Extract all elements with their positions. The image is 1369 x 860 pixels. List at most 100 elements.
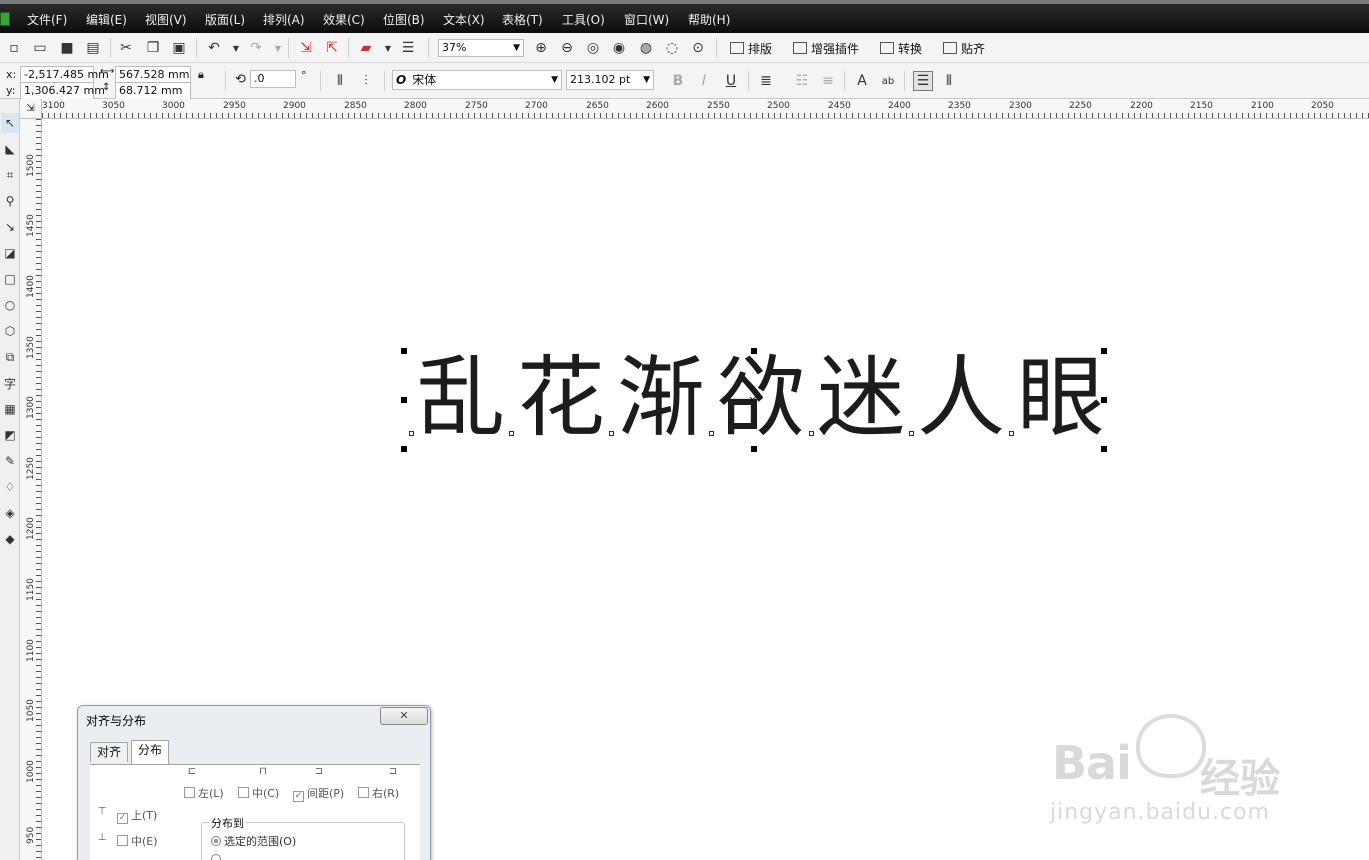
undo-icon[interactable]: ↶ <box>204 38 224 58</box>
undo-dropdown-icon[interactable]: ▼ <box>226 38 246 58</box>
selection-handle[interactable] <box>751 446 757 452</box>
freehand-tool-icon[interactable]: ↘ <box>1 217 19 237</box>
zoom-page-height-icon[interactable]: ⊙ <box>688 38 708 58</box>
convert-button[interactable]: 转换 <box>880 39 922 59</box>
menu-table[interactable]: 表格(T) <box>502 10 543 30</box>
layout-button[interactable]: 排版 <box>730 39 772 59</box>
tab-align[interactable]: 对齐 <box>90 742 129 762</box>
menu-view[interactable]: 视图(V) <box>145 10 187 30</box>
launcher-dropdown-icon[interactable]: ▼ <box>378 38 398 58</box>
zoom-out-icon[interactable]: ⊖ <box>557 38 577 58</box>
interactive-blend-tool-icon[interactable]: ◩ <box>1 425 19 445</box>
print-icon[interactable]: ▤ <box>83 38 103 58</box>
rotation-field[interactable]: .0 <box>250 70 296 88</box>
fill-tool-icon[interactable]: ◈ <box>1 503 19 523</box>
center-marker-icon[interactable]: × <box>748 394 757 405</box>
zoom-level-combo[interactable]: 37% ▼ <box>438 39 524 57</box>
y-position-field[interactable]: 1,306.427 mm <box>20 82 105 100</box>
font-size-combo[interactable]: 213.102 pt ▼ <box>566 70 654 90</box>
outline-pen-tool-icon[interactable]: ♢ <box>1 477 19 497</box>
paste-icon[interactable]: ▣ <box>169 38 189 58</box>
menu-help[interactable]: 帮助(H) <box>688 10 730 30</box>
basic-shapes-tool-icon[interactable]: ⧉ <box>1 347 19 367</box>
edit-text-icon[interactable]: ab <box>878 71 898 91</box>
smart-fill-tool-icon[interactable]: ◪ <box>1 243 19 263</box>
menu-window[interactable]: 窗口(W) <box>624 10 669 30</box>
underline-icon[interactable]: U <box>721 71 741 91</box>
vertical-text-icon[interactable]: ⦀ <box>939 71 959 91</box>
selection-handle[interactable] <box>401 348 407 354</box>
checkbox-spacing[interactable]: ✓ 间距(P) <box>293 785 344 802</box>
horizontal-text-icon[interactable]: ☰ <box>913 71 933 91</box>
radio-page-range[interactable] <box>211 853 224 860</box>
close-button[interactable]: ✕ <box>380 707 428 725</box>
zoom-tool-icon[interactable]: ⚲ <box>1 191 19 211</box>
checkbox-middle[interactable]: 中(E) <box>117 833 158 849</box>
text-alignment-icon[interactable]: ≣ <box>756 71 776 91</box>
tab-distribute[interactable]: 分布 <box>131 740 170 764</box>
menu-edit[interactable]: 编辑(E) <box>86 10 127 30</box>
font-family-combo[interactable]: O 宋体 ▼ <box>392 70 562 90</box>
copy-icon[interactable]: ❐ <box>143 38 163 58</box>
menu-effects[interactable]: 效果(C) <box>323 10 365 30</box>
cut-icon[interactable]: ✂ <box>116 38 136 58</box>
character-node[interactable] <box>909 431 914 436</box>
selection-handle[interactable] <box>401 397 407 403</box>
import-icon[interactable]: ⇲ <box>296 38 316 58</box>
selection-handle[interactable] <box>401 446 407 452</box>
character-node[interactable] <box>509 431 514 436</box>
plugin-button[interactable]: 增强插件 <box>793 39 859 59</box>
redo-dropdown-icon[interactable]: ▼ <box>268 38 288 58</box>
height-field[interactable]: 68.712 mm <box>115 82 191 100</box>
pick-tool-icon[interactable]: ↖ <box>1 113 19 133</box>
open-folder-icon[interactable]: ▭ <box>30 38 50 58</box>
checkbox-right[interactable]: 右(R) <box>358 785 399 801</box>
ruler-origin-icon[interactable]: ⇲ <box>20 99 42 119</box>
redo-icon[interactable]: ↷ <box>246 38 266 58</box>
snap-button[interactable]: 贴齐 <box>943 39 985 59</box>
selection-handle[interactable] <box>1101 446 1107 452</box>
lock-ratio-icon[interactable]: 🔒︎ <box>198 68 204 82</box>
radio-selected-range[interactable]: 选定的范围(O) <box>211 833 296 849</box>
app-icon[interactable] <box>0 12 10 26</box>
character-formatting-icon[interactable]: A <box>852 71 872 91</box>
menu-arrange[interactable]: 排列(A) <box>263 10 305 30</box>
drop-cap-icon[interactable]: ≡ <box>818 71 838 91</box>
menu-layout[interactable]: 版面(L) <box>205 10 245 30</box>
horizontal-ruler[interactable]: 3100 3050 3000 2950 2900 2850 2800 2750 … <box>42 99 1369 119</box>
shape-tool-icon[interactable]: ◣ <box>1 139 19 159</box>
menu-tools[interactable]: 工具(O) <box>562 10 605 30</box>
mirror-vertical-icon[interactable]: ⫶ <box>356 71 376 91</box>
rectangle-tool-icon[interactable]: □ <box>1 269 19 289</box>
polygon-tool-icon[interactable]: ⬡ <box>1 321 19 341</box>
italic-icon[interactable]: I <box>694 71 714 91</box>
table-tool-icon[interactable]: ▦ <box>1 399 19 419</box>
selection-handle[interactable] <box>1101 397 1107 403</box>
character-node[interactable] <box>409 431 414 436</box>
zoom-in-icon[interactable]: ⊕ <box>531 38 551 58</box>
zoom-page-width-icon[interactable]: ◌ <box>662 38 682 58</box>
character-node[interactable] <box>809 431 814 436</box>
welcome-screen-icon[interactable]: ☰ <box>398 38 418 58</box>
text-tool-icon[interactable]: 字 <box>1 373 19 393</box>
character-node[interactable] <box>709 431 714 436</box>
character-node[interactable] <box>1009 431 1014 436</box>
vertical-ruler[interactable]: 1500 1450 1400 1350 1300 1250 1200 1150 … <box>20 119 42 860</box>
ellipse-tool-icon[interactable]: ○ <box>1 295 19 315</box>
checkbox-top[interactable]: ✓ 上(T) <box>117 807 157 824</box>
zoom-page-icon[interactable]: ◍ <box>636 38 656 58</box>
menu-bitmaps[interactable]: 位图(B) <box>383 10 425 30</box>
menu-text[interactable]: 文本(X) <box>443 10 485 30</box>
selection-handle[interactable] <box>751 348 757 354</box>
export-icon[interactable]: ⇱ <box>322 38 342 58</box>
bold-icon[interactable]: B <box>668 71 688 91</box>
crop-tool-icon[interactable]: ⌗ <box>1 165 19 185</box>
zoom-all-objects-icon[interactable]: ◉ <box>609 38 629 58</box>
checkbox-left[interactable]: 左(L) <box>184 785 224 801</box>
eyedropper-tool-icon[interactable]: ✎ <box>1 451 19 471</box>
mirror-horizontal-icon[interactable]: ⫴ <box>330 71 350 91</box>
selection-handle[interactable] <box>1101 348 1107 354</box>
application-launcher-icon[interactable]: ▰ <box>356 38 376 58</box>
selected-artistic-text[interactable]: 乱 花 渐 欲 迷 人 眼 <box>411 348 1105 450</box>
zoom-selected-icon[interactable]: ◎ <box>583 38 603 58</box>
